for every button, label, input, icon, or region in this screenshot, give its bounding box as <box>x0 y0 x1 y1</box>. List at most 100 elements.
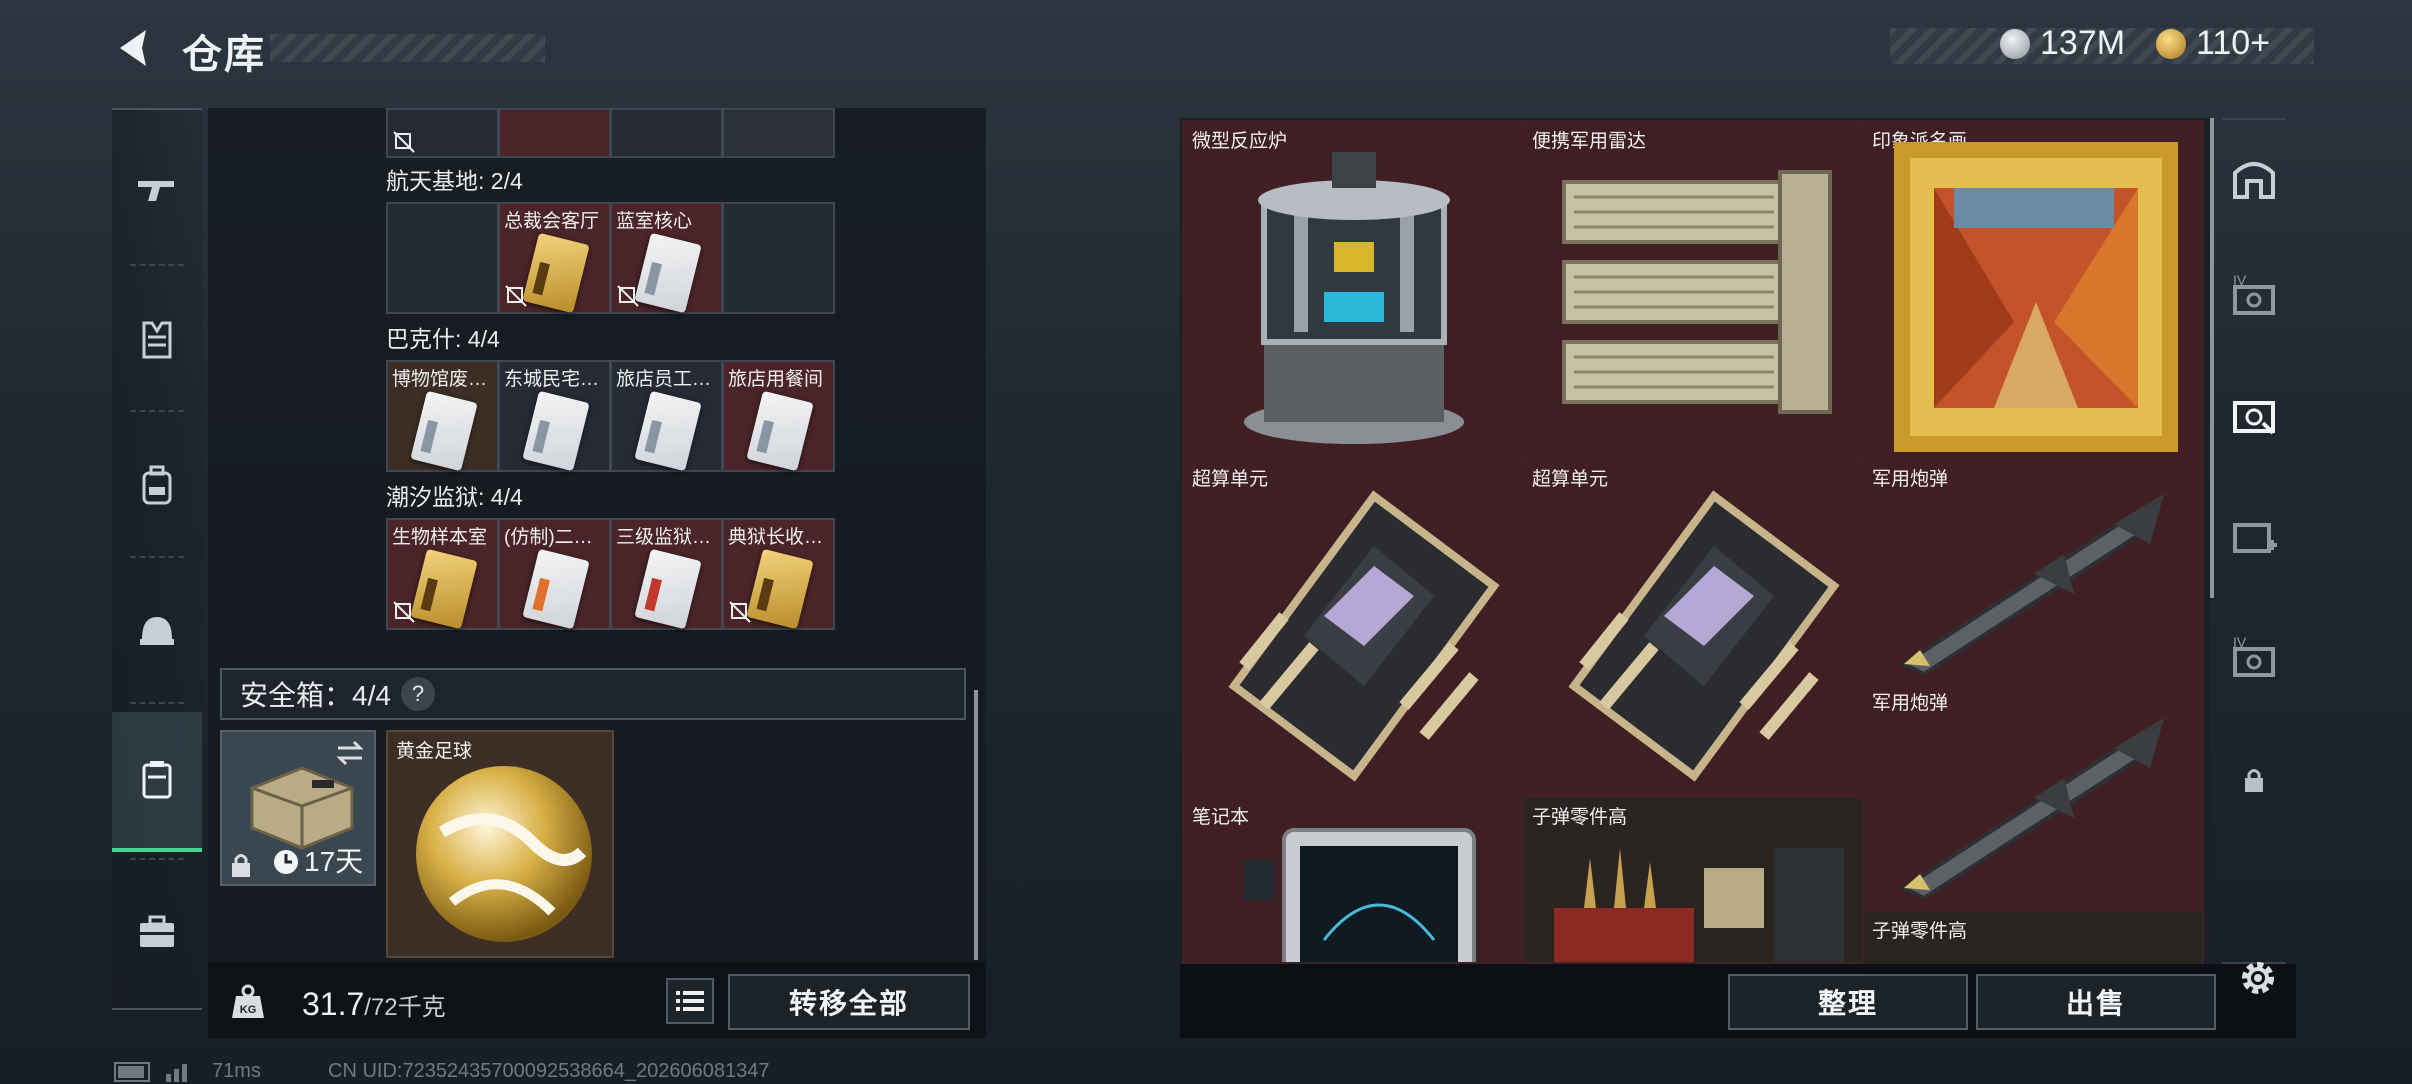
keycard-icon <box>634 548 702 630</box>
safe-item-slot[interactable]: 黄金足球 <box>386 730 614 958</box>
warehouse-tab-add[interactable] <box>2222 504 2286 568</box>
item-cell[interactable]: 子弹零件高 <box>1522 796 1864 964</box>
gear-icon[interactable] <box>2236 956 2280 1000</box>
toolbox-icon <box>140 915 174 947</box>
right-scrollbar[interactable] <box>2210 118 2214 598</box>
silver-coin-icon <box>2000 28 2030 59</box>
key-name: 蓝室核心 <box>616 211 693 232</box>
keycard-stripe <box>532 419 550 454</box>
keycard-icon <box>746 390 814 472</box>
key-name: 东城民宅… <box>504 369 600 390</box>
supercomputer-unit-icon <box>1228 490 1500 782</box>
keycard-stripe <box>420 577 438 612</box>
gun-icon <box>138 181 174 201</box>
nav-separator <box>130 702 184 704</box>
safe-box-label: 安全箱：4/4 <box>240 680 391 711</box>
key-slot[interactable]: (仿制)二… <box>498 518 611 630</box>
key-slot[interactable]: 蓝室核心 <box>610 202 723 314</box>
nav-helmet[interactable] <box>112 562 202 702</box>
item-name: 笔记本 <box>1192 807 1250 828</box>
key-slot[interactable]: 旅店员工… <box>610 360 723 472</box>
gold-amount: 110+ <box>2196 24 2271 62</box>
nav-armor[interactable] <box>112 270 202 410</box>
nav-weapons[interactable] <box>112 120 202 260</box>
item-cell[interactable]: 超算单元 <box>1182 458 1524 798</box>
laptop-icon <box>1244 828 1476 962</box>
key-slot[interactable]: 生物样本室 <box>386 518 499 630</box>
key-name: 总裁会客厅 <box>504 211 600 232</box>
warehouse-tab-iv[interactable]: IV <box>2222 264 2286 328</box>
title-decoration <box>270 34 545 62</box>
key-slot[interactable] <box>610 108 723 158</box>
keycard-stripe <box>420 419 438 454</box>
warehouse-tab-locked[interactable] <box>2222 748 2286 812</box>
tab-iv2-text: IV <box>2233 634 2247 650</box>
item-cell[interactable]: 笔记本 <box>1182 796 1524 964</box>
key-slot[interactable] <box>386 108 499 158</box>
gold-currency[interactable]: 110+ <box>2156 24 2270 63</box>
warehouse-main-icon <box>2233 162 2275 199</box>
keycard-stripe <box>756 419 774 454</box>
signal-icon <box>166 1064 187 1082</box>
nav-separator <box>130 858 184 860</box>
military-shell-icon <box>1899 494 2164 674</box>
help-button[interactable]: ? <box>400 677 435 711</box>
sell-button[interactable]: 出售 <box>1976 974 2216 1030</box>
silver-amount: 137M <box>2040 24 2126 62</box>
item-name: 子弹零件高 <box>1872 921 1968 942</box>
key-slot[interactable]: 总裁会客厅 <box>498 202 611 314</box>
item-cell[interactable]: 子弹零件高 <box>1862 910 2204 970</box>
portable-radar-icon <box>1562 170 1832 414</box>
nav-separator <box>130 410 184 412</box>
clock-icon <box>274 850 298 874</box>
key-section-label: 潮汐监狱: 4/4 <box>386 484 523 510</box>
silver-currency[interactable]: 137M <box>2000 24 2125 63</box>
key-slot[interactable] <box>722 108 835 158</box>
keycard-stripe <box>532 577 550 612</box>
backpack-icon <box>142 465 172 505</box>
no-transfer-icon <box>729 601 751 623</box>
key-name: 旅店用餐间 <box>728 369 824 390</box>
page-title: 仓库 <box>182 33 266 77</box>
item-cell[interactable]: 印象派名画 <box>1862 120 2204 460</box>
item-cell[interactable]: 军用炮弹 <box>1862 682 2204 912</box>
current-weight: 31.7 <box>302 986 365 1022</box>
case-icon <box>142 761 172 799</box>
transfer-all-button[interactable]: 转移全部 <box>728 974 970 1030</box>
safe-item-label: 黄金足球 <box>396 741 473 762</box>
key-slot[interactable]: 博物馆废… <box>386 360 499 472</box>
key-slot[interactable]: 东城民宅… <box>498 360 611 472</box>
key-name: 生物样本室 <box>392 527 488 548</box>
safe-box-header: 安全箱：4/4 ? <box>220 668 966 720</box>
key-slot[interactable]: 三级监狱… <box>610 518 723 630</box>
nav-backpack[interactable] <box>112 416 202 556</box>
nav-separator <box>130 556 184 558</box>
nav-toolbox[interactable] <box>112 862 202 1002</box>
item-cell[interactable]: 便携军用雷达 <box>1522 120 1864 460</box>
safe-case-slot[interactable]: 17天 <box>220 730 376 886</box>
keycard-icon <box>634 232 702 314</box>
key-name: (仿制)二… <box>504 527 593 548</box>
item-cell[interactable]: 微型反应炉 <box>1182 120 1524 460</box>
key-slot[interactable]: 旅店用餐间 <box>722 360 835 472</box>
swap-icon[interactable] <box>334 740 366 766</box>
keycard-stripe <box>756 577 774 612</box>
key-slot[interactable] <box>722 202 835 314</box>
organize-button[interactable]: 整理 <box>1728 974 1968 1030</box>
ping-readout: 71ms <box>212 1060 261 1082</box>
warehouse-add-icon <box>2233 523 2277 553</box>
warehouse-tab-active[interactable] <box>2222 382 2286 446</box>
warehouse-tab-main[interactable] <box>2222 146 2286 210</box>
key-slot[interactable] <box>498 108 611 158</box>
back-icon[interactable] <box>112 26 156 70</box>
keycard-icon <box>522 548 590 630</box>
item-cell[interactable]: 超算单元 <box>1522 458 1864 798</box>
list-view-button[interactable] <box>666 978 714 1024</box>
key-section-label: 巴克什: 4/4 <box>386 326 500 352</box>
key-slot[interactable] <box>386 202 499 314</box>
warehouse-tab-iv2[interactable]: IV <box>2222 626 2286 690</box>
nav-case[interactable] <box>112 712 202 852</box>
key-slot[interactable]: 典狱长收… <box>722 518 835 630</box>
item-cell[interactable]: 军用炮弹 <box>1862 458 2204 684</box>
left-scrollbar[interactable] <box>974 690 978 960</box>
